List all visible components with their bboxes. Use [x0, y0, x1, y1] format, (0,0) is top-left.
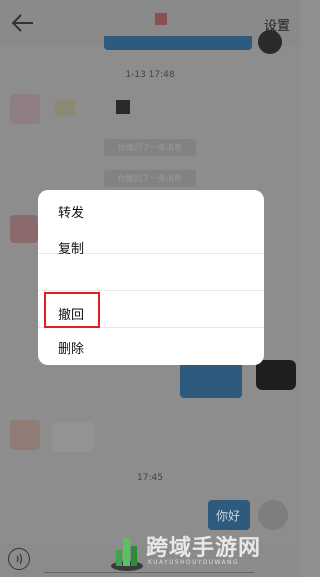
avatar[interactable] [258, 30, 282, 54]
blurred-content [116, 100, 130, 114]
menu-item-label: 转发 [58, 206, 85, 221]
voice-icon[interactable] [8, 548, 30, 570]
menu-item-copy[interactable]: 复制 [38, 228, 264, 264]
sent-message-bubble[interactable] [180, 360, 242, 398]
watermark-logo-icon [111, 538, 143, 571]
avatar[interactable] [10, 420, 40, 450]
avatar[interactable] [256, 360, 296, 390]
recall-notice: 你撤回了一条消息 [104, 139, 196, 156]
received-message-bubble[interactable] [52, 422, 94, 452]
menu-item-label: 复制 [58, 242, 85, 257]
avatar[interactable] [10, 215, 38, 243]
site-watermark: 跨域手游网 KUAYUSHOUYOUWANG [110, 528, 300, 574]
watermark-text: 跨域手游网 [146, 535, 262, 561]
received-message-bubble[interactable] [55, 100, 75, 116]
contact-title-avatar [155, 13, 167, 25]
chat-timestamp: 1-13 17:48 [125, 70, 175, 80]
avatar[interactable] [258, 500, 288, 530]
menu-item-forward[interactable]: 转发 [38, 192, 264, 228]
avatar[interactable] [10, 94, 40, 124]
watermark-pinyin: KUAYUSHOUYOUWANG [148, 559, 239, 566]
sent-message-bubble[interactable] [104, 36, 252, 50]
menu-item-label: 删除 [58, 342, 85, 357]
menu-divider [38, 290, 264, 291]
chat-timestamp: 17:45 [137, 473, 163, 483]
menu-item-delete[interactable]: 删除 [38, 328, 264, 364]
message-text: 你好 [216, 509, 241, 523]
context-menu: 转发 复制 撤回 删除 [38, 190, 264, 365]
recall-highlight-box [44, 292, 100, 328]
recall-notice: 你撤回了一条消息 [104, 170, 196, 187]
back-arrow-icon[interactable] [10, 10, 36, 36]
